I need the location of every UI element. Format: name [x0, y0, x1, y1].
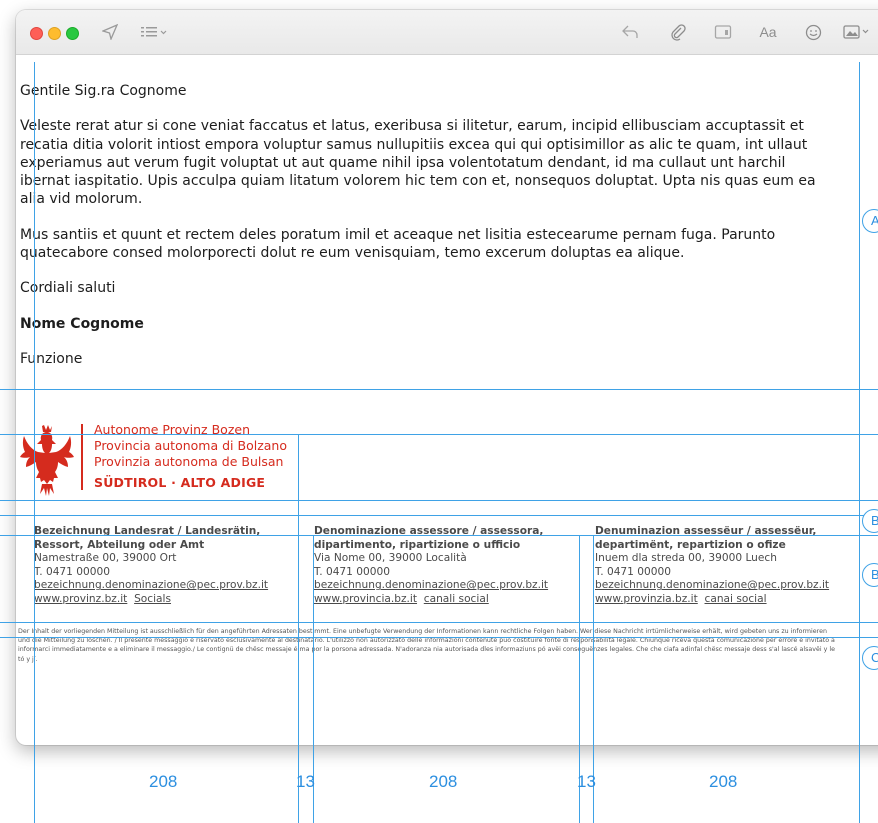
column-web-link[interactable]: www.provinzia.bz.it	[595, 593, 698, 605]
signature-function: Funzione	[20, 350, 83, 367]
column-title-2: departimënt, repartizion o ofize	[595, 538, 786, 551]
font-format-button[interactable]: Aa	[756, 21, 780, 43]
measure-column-3: 208	[709, 772, 738, 791]
guide-left-margin	[34, 62, 35, 823]
guide-signature-bottom	[0, 389, 878, 390]
greeting: Gentile Sig.ra Cognome	[20, 83, 187, 99]
contact-column-it: Denominazione assessore / assessora, dip…	[314, 525, 576, 607]
column-title-1: Denominazione assessore / assessora,	[314, 525, 544, 537]
column-social-link[interactable]: canai social	[705, 593, 767, 605]
photo-browser-icon[interactable]	[842, 21, 872, 43]
signature-name: Nome Cognome	[20, 315, 144, 332]
close-window-button[interactable]	[30, 27, 43, 40]
column-address: Namestraße 00, 39000 Ort	[34, 552, 177, 565]
closing: Cordiali saluti	[20, 280, 116, 297]
column-address: Inuem dla streda 00, 39000 Luech	[595, 552, 777, 565]
send-icon[interactable]	[100, 21, 120, 43]
guide-columns-bottom	[0, 622, 878, 623]
logo-line-4: SÜDTIROL · ALTO ADIGE	[94, 475, 266, 490]
measure-gap-1: 13	[296, 772, 315, 791]
body-paragraph-1: Veleste rerat atur si cone veniat faccat…	[20, 118, 816, 208]
measure-column-2: 208	[429, 772, 458, 791]
contact-column-lad: Denuminazion assessëur / assessëur, depa…	[595, 525, 857, 607]
column-web-link[interactable]: www.provincia.bz.it	[314, 593, 417, 605]
column-title-2: Ressort, Abteilung oder Amt	[34, 538, 205, 551]
logo-line-2: Provincia autonoma di Bolzano	[94, 438, 287, 453]
contact-column-de: Bezeichnung Landesrat / Landesrätin, Res…	[34, 525, 296, 607]
reply-icon[interactable]	[620, 21, 640, 43]
column-phone: T. 0471 00000	[34, 565, 110, 578]
column-social-link[interactable]: canali social	[424, 593, 489, 605]
guide-columns-spacing	[0, 515, 878, 516]
province-logo-text: Autonome Provinz Bozen Provincia autonom…	[94, 422, 287, 491]
measure-gap-2: 13	[577, 772, 596, 791]
column-address: Via Nome 00, 39000 Località	[314, 552, 467, 565]
body-paragraph-2: Mus santiis et quunt et rectem deles por…	[20, 226, 776, 262]
toolbar: Aa	[16, 10, 878, 55]
measure-column-1: 208	[149, 772, 178, 791]
column-title-1: Bezeichnung Landesrat / Landesrätin,	[34, 525, 261, 537]
guide-right-margin	[859, 62, 860, 823]
column-social-link[interactable]: Socials	[134, 593, 171, 605]
attachment-icon[interactable]	[668, 21, 688, 43]
column-title-2: dipartimento, ripartizione o ufficio	[314, 538, 521, 551]
markup-icon[interactable]	[712, 21, 734, 43]
emoji-icon[interactable]	[802, 21, 824, 43]
guide-column-1-end	[298, 435, 299, 823]
column-email-link[interactable]: bezeichnung.denominazione@pec.prov.bz.it	[314, 579, 548, 591]
legal-disclaimer: Der Inhalt der vorliegenden Mitteilung i…	[18, 628, 835, 663]
column-web-link[interactable]: www.provinz.bz.it	[34, 593, 127, 605]
column-title-1: Denuminazion assessëur / assessëur,	[595, 525, 817, 537]
guide-disclaimer-top	[0, 637, 878, 638]
column-phone: T. 0471 00000	[595, 565, 671, 578]
guide-columns-top	[0, 535, 878, 536]
logo-line-3: Provinzia autonoma de Bulsan	[94, 454, 284, 469]
list-format-icon[interactable]	[140, 21, 168, 43]
zoom-window-button[interactable]	[66, 27, 79, 40]
column-email-link[interactable]: bezeichnung.denominazione@pec.prov.bz.it	[595, 579, 829, 591]
minimize-window-button[interactable]	[48, 27, 61, 40]
guide-logo-top	[0, 434, 878, 435]
column-email-link[interactable]: bezeichnung.denominazione@pec.prov.bz.it	[34, 579, 268, 591]
logo-line-1: Autonome Provinz Bozen	[94, 422, 250, 437]
column-phone: T. 0471 00000	[314, 565, 390, 578]
email-body[interactable]: Gentile Sig.ra Cognome Veleste rerat atu…	[20, 82, 820, 385]
guide-logo-bottom	[0, 500, 878, 501]
